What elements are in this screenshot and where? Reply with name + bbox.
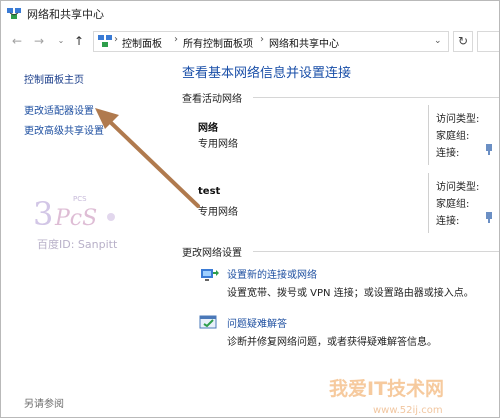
control-panel-home-link[interactable]: 控制面板主页 xyxy=(24,71,84,86)
see-also-label: 另请参阅 xyxy=(24,399,64,410)
setup-new-connection-desc: 设置宽带、拨号或 VPN 连接；或设置路由器或接入点。 xyxy=(227,288,474,299)
connection-label: 连接: xyxy=(436,216,460,227)
watermark-site-url: www.52ij.com xyxy=(373,405,443,416)
address-bar[interactable]: › 控制面板 › 所有控制面板项 › 网络和共享中心 ⌄ xyxy=(93,31,449,52)
troubleshoot-desc: 诊断并修复网络问题，或者获得疑难解答信息。 xyxy=(227,337,437,348)
change-adapter-settings-link[interactable]: 更改适配器设置 xyxy=(24,102,94,117)
control-panel-icon xyxy=(98,35,112,47)
active-networks-header: 查看活动网络 xyxy=(182,94,242,105)
divider xyxy=(428,173,429,233)
connection-label: 连接: xyxy=(436,148,460,159)
breadcrumb-all-items[interactable]: 所有控制面板项 xyxy=(183,35,253,50)
page-title: 查看基本网络信息并设置连接 xyxy=(182,66,352,81)
setup-new-connection-link[interactable]: 设置新的连接或网络 xyxy=(227,266,317,281)
svg-text:PcS: PcS xyxy=(54,206,97,231)
new-connection-icon xyxy=(201,269,219,281)
change-advanced-sharing-link[interactable]: 更改高级共享设置 xyxy=(24,122,104,137)
breadcrumb-separator: › xyxy=(260,34,264,45)
svg-text:3: 3 xyxy=(33,195,53,233)
window: 网络和共享中心 ← → ⌄ ↑ › 控制面板 › 所有控制面板项 › 网络和共享… xyxy=(0,0,500,418)
search-input[interactable] xyxy=(477,31,499,52)
troubleshoot-icon xyxy=(199,315,217,329)
divider xyxy=(253,97,499,98)
watermark-site: 我爱IT技术网 www.52ij.com xyxy=(329,377,444,416)
ethernet-icon[interactable] xyxy=(485,212,493,223)
network-name: 网络 xyxy=(198,123,218,134)
navigation-bar: ← → ⌄ ↑ › 控制面板 › 所有控制面板项 › 网络和共享中心 ⌄ ↻ xyxy=(1,29,499,55)
breadcrumb-control-panel[interactable]: 控制面板 xyxy=(122,35,162,50)
watermark-logo: 3 PcS PCS xyxy=(33,195,115,233)
divider xyxy=(253,251,499,252)
network-type: 专用网络 xyxy=(198,207,238,218)
forward-arrow-icon[interactable]: → xyxy=(31,33,47,49)
homegroup-label: 家庭组: xyxy=(436,199,470,210)
address-dropdown-icon[interactable]: ⌄ xyxy=(434,36,442,46)
title-bar: 网络和共享中心 xyxy=(1,1,499,27)
breadcrumb-separator: › xyxy=(174,34,178,45)
window-title: 网络和共享中心 xyxy=(27,8,104,21)
ethernet-icon[interactable] xyxy=(485,144,493,155)
network-type: 专用网络 xyxy=(198,139,238,150)
watermark-site-name: 我爱IT技术网 xyxy=(329,377,444,400)
network-name: test xyxy=(198,186,221,197)
change-settings-header: 更改网络设置 xyxy=(182,248,242,259)
up-arrow-icon[interactable]: ↑ xyxy=(71,33,87,49)
access-type-label: 访问类型: xyxy=(436,182,480,193)
network-center-icon xyxy=(7,8,21,19)
back-arrow-icon[interactable]: ← xyxy=(9,33,25,49)
refresh-icon[interactable]: ↻ xyxy=(453,31,473,52)
access-type-label: 访问类型: xyxy=(436,114,480,125)
recent-dropdown-icon[interactable]: ⌄ xyxy=(53,33,69,49)
breadcrumb-network-center[interactable]: 网络和共享中心 xyxy=(269,35,339,50)
watermark-baidu-id: 百度ID: Sanpitt xyxy=(37,238,118,251)
homegroup-label: 家庭组: xyxy=(436,131,470,142)
troubleshoot-link[interactable]: 问题疑难解答 xyxy=(227,315,287,330)
divider xyxy=(428,105,429,165)
svg-text:PCS: PCS xyxy=(73,195,87,203)
breadcrumb-separator: › xyxy=(114,34,118,45)
